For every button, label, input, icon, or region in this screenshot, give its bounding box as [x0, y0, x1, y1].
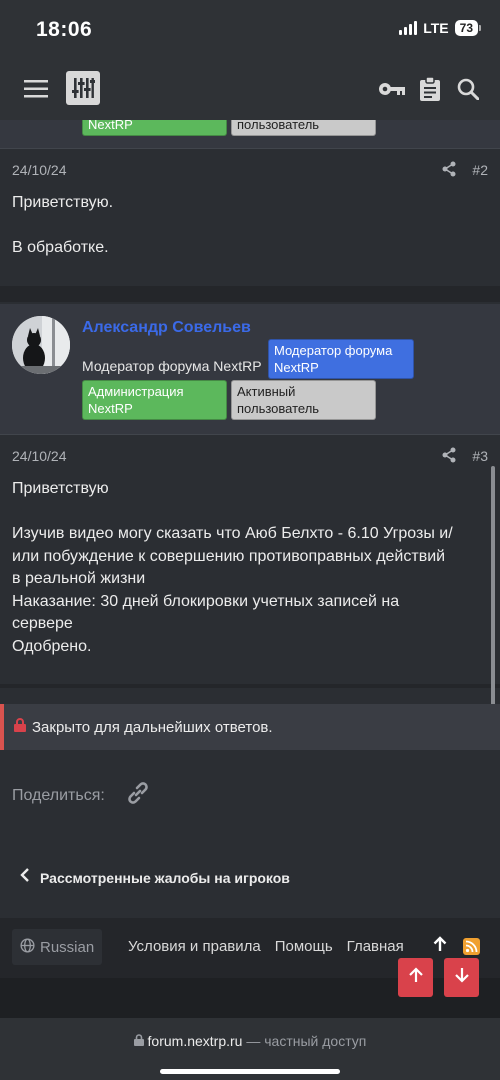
- lock-icon: [133, 1033, 148, 1049]
- badge-line: Администрация: [88, 384, 184, 399]
- share-icon[interactable]: [442, 447, 456, 468]
- user-badge-admin: NextRP: [82, 120, 227, 136]
- post-number[interactable]: #2: [472, 162, 488, 178]
- user-badge-active: пользователь: [231, 120, 376, 136]
- user-title: Модератор форума NextRP: [82, 358, 262, 374]
- footer-link-terms[interactable]: Условия и правила: [128, 938, 261, 955]
- post-date[interactable]: 24/10/24: [12, 162, 67, 178]
- closed-text: Закрыто для дальнейших ответов.: [32, 718, 273, 736]
- post-line: Одобрено.: [12, 637, 92, 655]
- battery-icon: 73: [454, 20, 482, 36]
- globe-icon: [20, 937, 35, 957]
- signal-icon: [399, 21, 418, 35]
- badge-line: Модератор форума: [274, 343, 393, 358]
- post-line: Приветствую.: [12, 194, 114, 211]
- key-icon[interactable]: [372, 70, 412, 108]
- lock-icon: [14, 717, 26, 737]
- post-divider: [0, 286, 500, 302]
- scrollbar[interactable]: [491, 466, 495, 716]
- scroll-to-bottom-button[interactable]: [444, 958, 479, 997]
- chevron-left-icon: [20, 868, 30, 887]
- top-nav: [0, 58, 500, 120]
- sliders-icon[interactable]: [66, 71, 100, 105]
- network-type: LTE: [423, 20, 449, 36]
- user-badge-admin: Администрация NextRP: [82, 380, 227, 420]
- footer-link-home[interactable]: Главная: [347, 938, 404, 955]
- previous-user-block: NextRP пользователь: [0, 120, 500, 148]
- share-row: Поделиться:: [12, 780, 151, 811]
- arrow-down-icon: [454, 967, 470, 988]
- post-header: 24/10/24 #3: [0, 434, 500, 478]
- post-line: в реальной жизни: [12, 570, 146, 587]
- post-line: Приветствую: [12, 480, 109, 497]
- link-icon[interactable]: [125, 780, 151, 811]
- url-display[interactable]: forum.nextrp.ru — частный доступ: [0, 1033, 500, 1049]
- user-badge-active: Активный пользователь: [231, 380, 376, 420]
- thread-closed-notice: Закрыто для дальнейших ответов.: [0, 704, 500, 750]
- browser-url-bar[interactable]: forum.nextrp.ru — частный доступ: [0, 1018, 500, 1080]
- post-line: [12, 501, 453, 524]
- badge-line: пользователь: [237, 401, 320, 416]
- home-indicator[interactable]: [160, 1069, 340, 1074]
- post-body: Приветствую. В обработке.: [12, 192, 113, 260]
- footer-link-help[interactable]: Помощь: [275, 938, 333, 955]
- post-line: Изучив видео могу сказать что Аюб Белхто…: [12, 525, 453, 542]
- user-block: Александр Совельев Модератор форума Next…: [0, 304, 500, 434]
- hamburger-icon[interactable]: [16, 70, 56, 108]
- status-indicators: LTE 73: [399, 20, 482, 36]
- post-line: [12, 215, 113, 238]
- share-icon[interactable]: [442, 161, 456, 182]
- status-time: 18:06: [36, 18, 93, 41]
- share-label: Поделиться:: [12, 786, 105, 804]
- post-line: сервере: [12, 615, 73, 632]
- clipboard-icon[interactable]: [410, 70, 450, 108]
- arrow-up-icon[interactable]: [433, 936, 447, 957]
- post-line: или побуждение к совершению противоправн…: [12, 547, 446, 565]
- url-domain: forum.nextrp.ru: [147, 1033, 243, 1049]
- breadcrumb-back-link[interactable]: Рассмотренные жалобы на игроков: [20, 868, 290, 887]
- badge-line: NextRP: [274, 360, 319, 375]
- post-line: Наказание: 30 дней блокировки учетных за…: [12, 592, 400, 610]
- post-header: 24/10/24 #2: [0, 148, 500, 192]
- user-badge-moderator: Модератор форума NextRP: [268, 339, 414, 379]
- post-line: В обработке.: [12, 239, 109, 256]
- badge-line: NextRP: [88, 401, 133, 416]
- username-link[interactable]: Александр Совельев: [82, 319, 251, 337]
- badge-line: Активный: [237, 384, 296, 399]
- language-label: Russian: [40, 938, 95, 956]
- post-number[interactable]: #3: [472, 448, 488, 464]
- breadcrumb-label: Рассмотренные жалобы на игроков: [40, 869, 290, 886]
- rss-icon[interactable]: [463, 938, 480, 955]
- search-icon[interactable]: [448, 70, 488, 108]
- arrow-up-icon: [408, 967, 424, 988]
- post-date[interactable]: 24/10/24: [12, 448, 67, 464]
- url-note: — частный доступ: [242, 1033, 367, 1049]
- avatar[interactable]: [12, 316, 70, 374]
- status-bar: 18:06 LTE 73: [0, 0, 500, 58]
- language-chooser[interactable]: Russian: [12, 929, 103, 965]
- scroll-to-top-button[interactable]: [398, 958, 433, 997]
- post-divider: [0, 684, 500, 688]
- footer-links: Условия и правила Помощь Главная: [128, 938, 404, 955]
- post-body: Приветствую Изучив видео могу сказать чт…: [12, 478, 453, 658]
